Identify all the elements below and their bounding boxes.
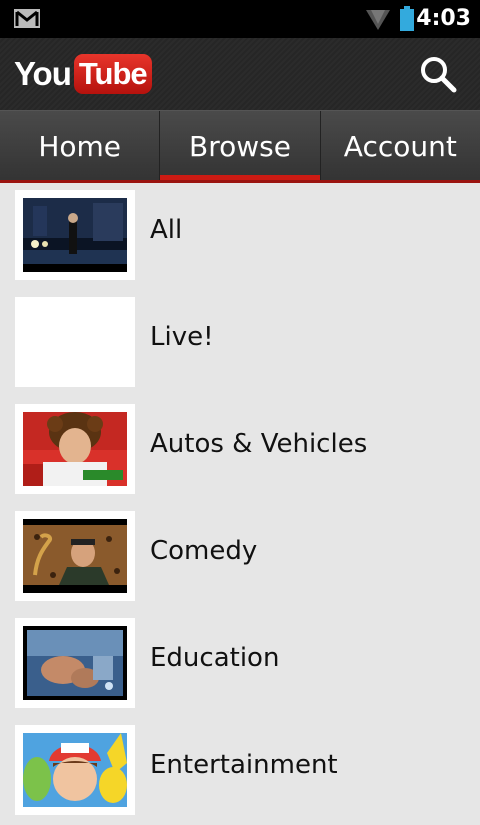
status-bar: 4:03 — [0, 0, 480, 38]
youtube-logo[interactable]: You Tube — [14, 53, 152, 95]
list-item[interactable]: Autos & Vehicles — [0, 397, 480, 504]
thumbnail — [15, 404, 135, 494]
list-item[interactable]: Comedy — [0, 504, 480, 611]
logo-tube: Tube — [73, 54, 152, 94]
tab-bar: Home Browse Account — [0, 110, 480, 182]
category-list: All Live! Autos & Vehicles Comedy Educat… — [0, 183, 480, 825]
logo-you: You — [14, 55, 72, 92]
entertainment-thumbnail-icon — [23, 733, 127, 807]
tab-home[interactable]: Home — [0, 111, 161, 182]
category-label: Autos & Vehicles — [150, 429, 368, 459]
status-time: 4:03 — [416, 6, 471, 31]
list-item[interactable]: Entertainment — [0, 718, 480, 825]
category-label: Live! — [150, 322, 214, 352]
search-icon[interactable] — [418, 54, 458, 94]
category-label: All — [150, 215, 183, 245]
rider-thumbnail-icon — [23, 412, 127, 486]
comedy-thumbnail-icon — [23, 519, 127, 593]
thumbnail — [15, 190, 135, 280]
category-label: Education — [150, 643, 280, 673]
app-bar: You Tube — [0, 38, 480, 110]
battery-icon — [400, 6, 414, 31]
category-label: Comedy — [150, 536, 258, 566]
thumbnail — [15, 297, 135, 387]
thumbnail — [15, 725, 135, 815]
night-street-thumbnail-icon — [23, 198, 127, 272]
category-label: Entertainment — [150, 750, 338, 780]
tab-browse[interactable]: Browse — [160, 111, 321, 182]
education-thumbnail-icon — [23, 626, 127, 700]
wifi-icon — [366, 10, 390, 30]
list-item[interactable]: Live! — [0, 290, 480, 397]
tab-account[interactable]: Account — [321, 111, 480, 182]
thumbnail — [15, 618, 135, 708]
gmail-icon — [14, 9, 40, 28]
list-item[interactable]: All — [0, 183, 480, 290]
thumbnail — [15, 511, 135, 601]
list-item[interactable]: Education — [0, 611, 480, 718]
